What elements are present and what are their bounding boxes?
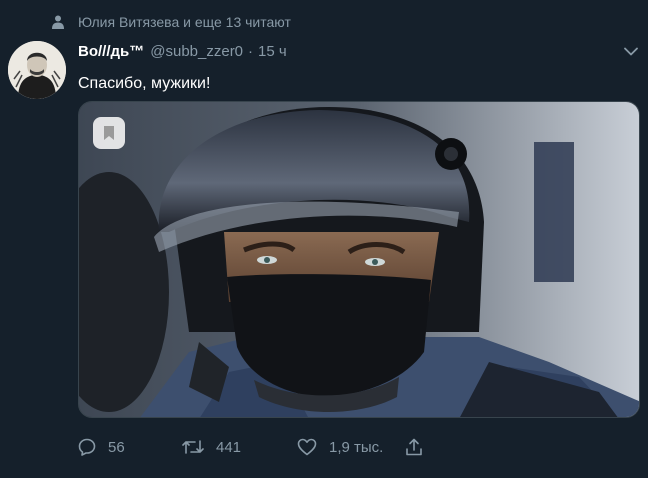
tweet-time[interactable]: 15 ч <box>258 43 287 60</box>
retweet-icon <box>182 440 204 454</box>
like-button[interactable]: 1,9 тыс. <box>297 438 405 456</box>
avatar-image <box>8 41 66 99</box>
retweet-count: 441 <box>216 438 242 456</box>
avatar[interactable] <box>8 41 66 99</box>
person-icon <box>52 15 64 29</box>
bookmark-button[interactable] <box>93 117 125 149</box>
author-name[interactable]: Во///дь™ <box>78 43 144 60</box>
tweet-media[interactable] <box>78 101 640 418</box>
reply-count: 56 <box>108 438 125 456</box>
author-handle[interactable]: @subb_zzer0 <box>150 43 243 60</box>
bookmark-icon <box>104 126 114 140</box>
social-context[interactable]: Юлия Витязева и еще 13 читают <box>52 14 291 30</box>
share-icon <box>406 438 422 456</box>
like-count: 1,9 тыс. <box>329 438 384 456</box>
more-options-button[interactable] <box>620 40 642 62</box>
tweet-header: Во///дь™ @subb_zzer0 · 15 ч <box>78 43 287 60</box>
tweet-text: Спасибо, мужики! <box>78 75 211 92</box>
heart-icon <box>297 438 317 456</box>
chevron-down-icon <box>624 47 638 55</box>
share-button[interactable] <box>405 438 435 456</box>
separator-dot: · <box>248 43 254 60</box>
tweet-actions: 56 441 1,9 тыс. <box>78 438 435 456</box>
reply-icon <box>78 438 96 456</box>
retweet-button[interactable]: 441 <box>182 438 297 456</box>
social-context-text: Юлия Витязева и еще 13 читают <box>78 14 291 30</box>
media-photo <box>79 102 639 417</box>
reply-button[interactable]: 56 <box>78 438 182 456</box>
